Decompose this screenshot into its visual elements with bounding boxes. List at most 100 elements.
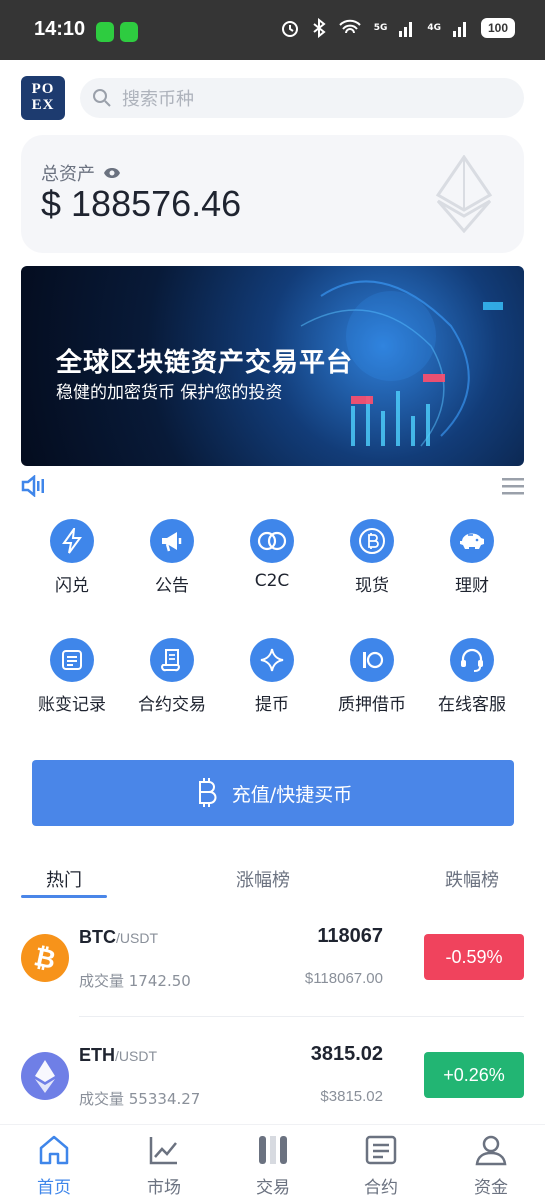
nav-label: 资金 <box>474 1178 508 1198</box>
feature-account-records[interactable]: 账变记录 <box>22 638 122 715</box>
app-logo: PO EX <box>21 76 65 120</box>
coin-usd-price: $118067.00 <box>304 970 383 987</box>
ethereum-watermark-icon <box>435 155 493 233</box>
feature-pledge-borrow[interactable]: 质押借币 <box>322 638 422 715</box>
tab-gainers[interactable]: 涨幅榜 <box>236 866 290 892</box>
piggy-bank-icon <box>450 519 494 563</box>
pledge-icon <box>350 638 394 682</box>
battery-saver-notification-icon <box>120 22 138 42</box>
sparkle-icon <box>250 638 294 682</box>
search-input[interactable]: 搜索币种 <box>80 78 524 118</box>
shield-notification-icon <box>96 22 114 42</box>
tab-active-indicator <box>21 895 107 898</box>
feature-wealth[interactable]: 理财 <box>422 519 522 596</box>
feature-withdraw[interactable]: 提币 <box>222 638 322 715</box>
contract-icon <box>365 1135 397 1165</box>
c2c-icon <box>250 519 294 563</box>
status-bar: 14:10 5G 4G 100 <box>0 0 545 60</box>
wifi-icon <box>338 19 361 34</box>
coin-quote: /USDT <box>115 1048 157 1064</box>
feature-label: 质押借币 <box>338 695 406 715</box>
feature-customer-service[interactable]: 在线客服 <box>422 638 522 715</box>
feature-contract-trading[interactable]: 合约交易 <box>122 638 222 715</box>
status-icons: 5G 4G 100 <box>280 18 515 38</box>
coin-price: 3815.02 <box>310 1043 383 1065</box>
coin-volume: 成交量 55334.27 <box>79 1090 201 1108</box>
coin-volume: 成交量 1742.50 <box>79 972 191 990</box>
change-badge[interactable]: +0.26% <box>424 1052 524 1098</box>
change-badge[interactable]: -0.59% <box>424 934 524 980</box>
coin-symbol-text: ETH <box>79 1045 115 1065</box>
feature-label: C2C <box>254 571 290 591</box>
nav-funds[interactable]: 资金 <box>451 1133 531 1198</box>
promo-banner[interactable]: 全球区块链资产交易平台 稳健的加密货币 保护您的投资 <box>21 266 524 466</box>
nav-trade[interactable]: 交易 <box>233 1133 313 1198</box>
nav-label: 合约 <box>364 1178 398 1198</box>
search-icon <box>93 89 111 107</box>
nav-home[interactable]: 首页 <box>14 1133 94 1198</box>
deposit-button-label: 充值/快捷买币 <box>231 783 353 806</box>
headset-icon <box>450 638 494 682</box>
contract-icon <box>150 638 194 682</box>
search-placeholder: 搜索币种 <box>122 89 194 110</box>
signal-bars-icon <box>399 22 413 37</box>
feature-label: 现货 <box>355 576 389 596</box>
tab-hot[interactable]: 热门 <box>46 866 82 892</box>
tab-losers[interactable]: 跌幅榜 <box>445 866 499 892</box>
feature-c2c[interactable]: C2C <box>222 519 322 591</box>
eth-coin-icon <box>21 1052 69 1100</box>
feature-label: 理财 <box>455 576 489 596</box>
bitcoin-icon <box>350 519 394 563</box>
signal-bars-icon <box>453 22 466 37</box>
user-icon <box>475 1135 507 1166</box>
alarm-icon <box>281 21 298 37</box>
feature-spot[interactable]: 现货 <box>322 519 422 596</box>
total-assets-value: $ 188576.46 <box>41 183 242 224</box>
banner-subtitle: 稳健的加密货币 保护您的投资 <box>56 383 283 403</box>
nav-contract[interactable]: 合约 <box>341 1133 421 1198</box>
coin-quote: /USDT <box>116 930 158 946</box>
home-icon <box>39 1135 69 1165</box>
feature-label: 公告 <box>155 576 189 596</box>
market-row-btc[interactable]: ₿ BTC/USDT 成交量 1742.50 118067 $118067.00… <box>0 920 545 1020</box>
total-assets-card: 总资产 $ 188576.46 <box>21 135 524 253</box>
feature-announcement[interactable]: 公告 <box>122 519 222 596</box>
feature-label: 合约交易 <box>138 695 206 715</box>
deposit-quick-buy-button[interactable]: 充值/快捷买币 <box>32 760 514 826</box>
eye-icon[interactable] <box>103 167 121 179</box>
coin-price: 118067 <box>317 925 383 947</box>
feature-label: 账变记录 <box>38 695 106 715</box>
hamburger-menu-icon[interactable] <box>502 476 524 496</box>
coin-symbol-text: BTC <box>79 927 116 947</box>
market-row-eth[interactable]: ETH/USDT 成交量 55334.27 3815.02 $3815.02 +… <box>0 1038 545 1138</box>
feature-flash-swap[interactable]: 闪兑 <box>22 519 122 596</box>
row-divider <box>79 1016 524 1017</box>
nav-label: 市场 <box>147 1178 181 1198</box>
battery-indicator: 100 <box>481 18 515 38</box>
svg-text:₿: ₿ <box>31 942 58 976</box>
document-icon <box>50 638 94 682</box>
speaker-icon[interactable] <box>20 475 46 497</box>
signal-5g: 5G <box>373 22 388 33</box>
bottom-navigation: 首页 市场 交易 合约 资金 <box>0 1124 545 1200</box>
bluetooth-icon <box>313 18 326 38</box>
trade-icon <box>259 1136 287 1164</box>
bitcoin-outline-icon <box>198 778 217 807</box>
megaphone-icon <box>150 519 194 563</box>
nav-label: 交易 <box>256 1178 290 1198</box>
btc-coin-icon: ₿ <box>21 934 69 982</box>
logo-line-1: PO <box>31 81 55 97</box>
coin-symbol: BTC/USDT <box>79 927 158 948</box>
logo-line-2: EX <box>31 97 55 113</box>
feature-label: 提币 <box>255 695 289 715</box>
feature-label: 在线客服 <box>438 695 506 715</box>
feature-label: 闪兑 <box>55 576 89 596</box>
coin-symbol: ETH/USDT <box>79 1045 157 1066</box>
nav-market[interactable]: 市场 <box>124 1133 204 1198</box>
status-time: 14:10 <box>34 18 86 40</box>
banner-title: 全球区块链资产交易平台 <box>56 348 354 378</box>
signal-4g: 4G <box>427 22 441 33</box>
lightning-icon <box>50 519 94 563</box>
chart-icon <box>149 1137 177 1165</box>
coin-usd-price: $3815.02 <box>320 1088 383 1105</box>
